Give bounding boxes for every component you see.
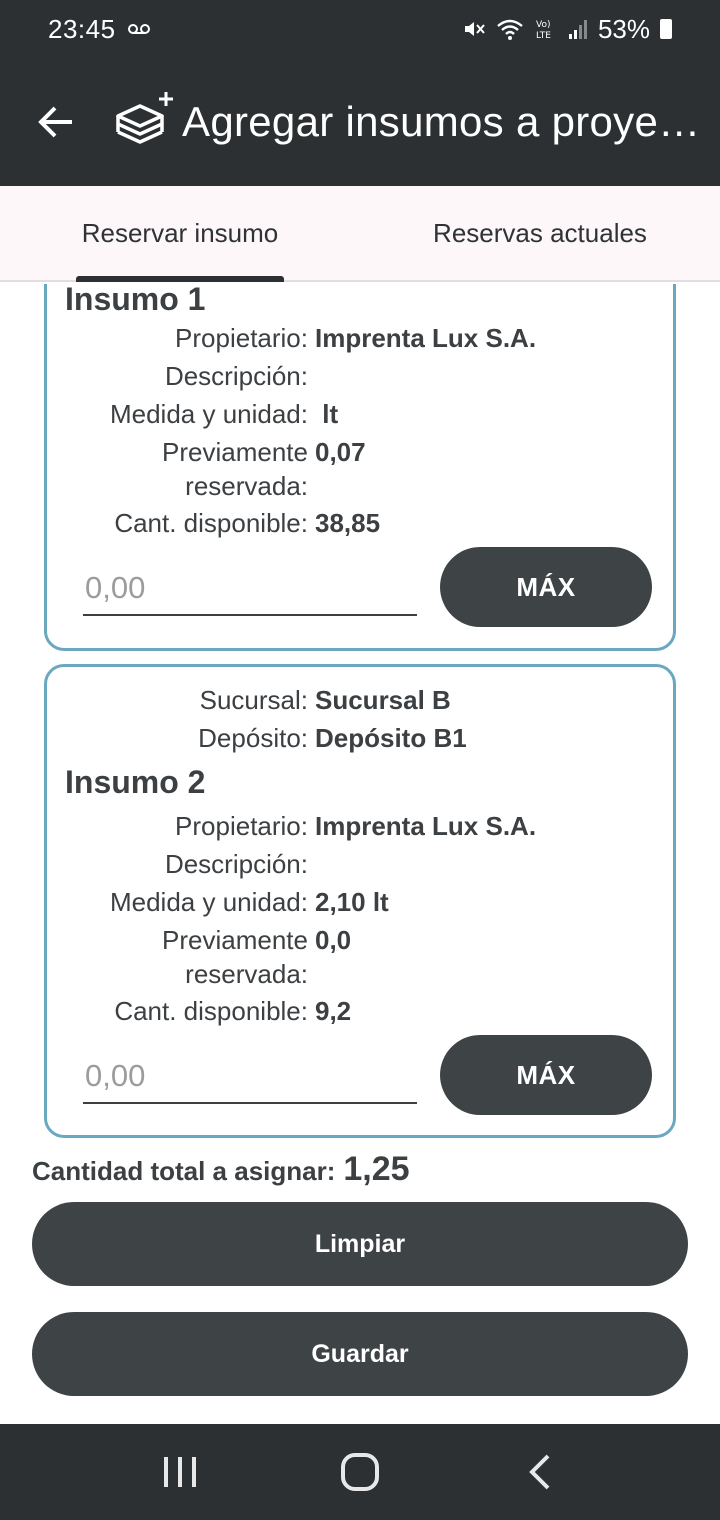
item-card: Insumo 1 Propietario: Imprenta Lux S.A. … (44, 284, 676, 651)
measure-label: Medida y unidad: (109, 887, 308, 917)
item-title: Insumo 1 (65, 284, 206, 317)
total-value: 1,25 (343, 1150, 410, 1188)
owner-label: Propietario: (175, 811, 308, 841)
svg-text:Vo): Vo) (536, 20, 550, 30)
recent-apps-button[interactable] (150, 1442, 210, 1502)
home-icon (341, 1453, 379, 1491)
system-nav-bar (0, 1424, 720, 1520)
tab-label: Reservas actuales (433, 217, 647, 248)
branch-value: Sucursal B (315, 685, 451, 715)
measure-value: 2,10 lt (315, 887, 389, 917)
tab-reservar-insumo[interactable]: Reservar insumo (0, 186, 360, 282)
app-bar: Agregar insumos a proyecto (0, 58, 720, 186)
quantity-input[interactable]: 0,00 (83, 560, 417, 616)
max-button[interactable]: MÁX (440, 1035, 652, 1115)
tab-bar: Reservar insumo Reservas actuales (0, 186, 720, 282)
available-label: Cant. disponible: (114, 508, 308, 538)
page-title: Agregar insumos a proyecto (182, 98, 702, 145)
boxes-add-icon (110, 90, 174, 154)
tab-label: Reservar insumo (81, 217, 279, 248)
branch-label: Sucursal: (199, 685, 308, 715)
tab-reservas-actuales[interactable]: Reservas actuales (360, 186, 720, 280)
reservation-list[interactable]: Insumo 1 Propietario: Imprenta Lux S.A. … (0, 284, 720, 1424)
item-title: Insumo 2 (65, 764, 206, 800)
wifi-icon (496, 17, 524, 41)
reserved-value: 0,07 (315, 437, 366, 467)
status-icons: Vo) LTE 53% (462, 14, 672, 45)
mute-icon (462, 17, 486, 41)
back-icon (529, 1454, 550, 1490)
warehouse-label: Depósito: (198, 723, 308, 753)
battery-percent: 53% (597, 13, 650, 44)
volte-icon: Vo) LTE (534, 17, 558, 41)
reserved-label: Previamente reservada: (162, 437, 308, 501)
reserved-label: Previamente reservada: (162, 925, 308, 989)
quantity-input[interactable]: 0,00 (83, 1048, 417, 1104)
description-label: Descripción: (164, 849, 308, 879)
arrow-left-icon (38, 106, 72, 138)
owner-label: Propietario: (175, 323, 308, 353)
available-value: 38,85 (315, 508, 381, 538)
measure-label: Medida y unidad: (109, 399, 308, 429)
total-line: Cantidad total a asignar: 1,25 (32, 1150, 410, 1189)
description-label: Descripción: (164, 361, 308, 391)
reserved-value: 0,0 (315, 925, 352, 955)
battery-icon (660, 19, 672, 39)
nav-back-button[interactable] (510, 1442, 570, 1502)
clear-button[interactable]: Limpiar (32, 1202, 688, 1286)
save-button[interactable]: Guardar (32, 1312, 688, 1396)
screen: 23:45 Vo) LTE 53% Agregar insumos a proy… (0, 0, 720, 1520)
owner-value: Imprenta Lux S.A. (315, 811, 537, 841)
status-bar: 23:45 Vo) LTE 53% (0, 0, 720, 58)
signal-icon (568, 18, 588, 40)
voicemail-icon (127, 23, 150, 35)
warehouse-value: Depósito B1 (315, 723, 467, 753)
item-card: Sucursal: Sucursal B Depósito: Depósito … (44, 664, 676, 1138)
owner-value: Imprenta Lux S.A. (315, 323, 537, 353)
svg-text:LTE: LTE (536, 31, 551, 41)
measure-value: lt (315, 399, 339, 429)
recent-apps-icon (164, 1457, 196, 1487)
active-tab-indicator (76, 276, 284, 282)
available-value: 9,2 (315, 996, 352, 1026)
back-button[interactable] (0, 58, 112, 186)
available-label: Cant. disponible: (114, 996, 308, 1026)
status-time: 23:45 (48, 13, 116, 44)
max-button[interactable]: MÁX (440, 547, 652, 627)
home-button[interactable] (330, 1442, 390, 1502)
total-label: Cantidad total a asignar: (32, 1156, 336, 1186)
